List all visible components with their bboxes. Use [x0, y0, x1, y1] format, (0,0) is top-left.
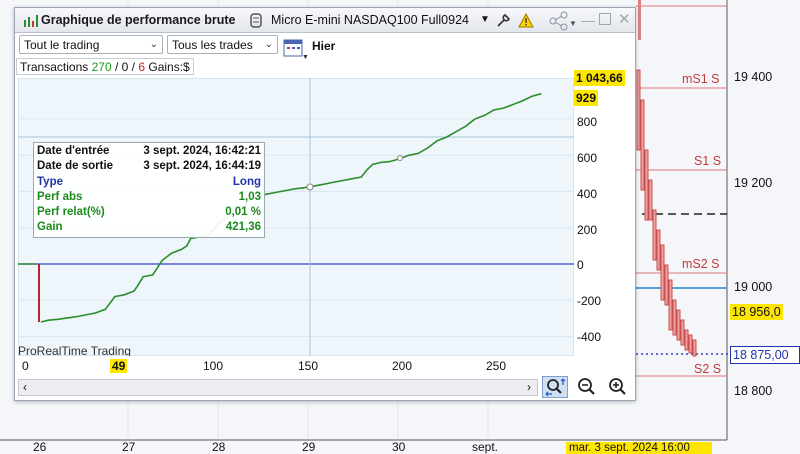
- chart-icon: [24, 15, 38, 27]
- date-tick: 30: [392, 440, 406, 454]
- zoom-out-icon: [578, 378, 595, 395]
- chevron-down-icon: ⌄: [149, 39, 158, 50]
- chevron-down-icon[interactable]: ▼: [480, 14, 490, 25]
- cursor-value-label: 929: [574, 90, 599, 106]
- trading-scope-select[interactable]: Tout le trading ⌄: [19, 35, 163, 54]
- link-icon[interactable]: [249, 13, 263, 28]
- date-tick: 28: [212, 440, 226, 454]
- price-tick: 19 400: [734, 70, 773, 84]
- pivot-label-s1: S1 S: [694, 154, 722, 168]
- y-tick: 0: [577, 258, 584, 272]
- pivot-label-s2: S2 S: [694, 362, 722, 376]
- transactions-summary: Transactions 270 / 0 / 6 Gains:$: [16, 58, 194, 75]
- pivot-label-ms2: mS2 S: [682, 257, 720, 271]
- cursor-marker: [397, 155, 403, 161]
- y-tick: 200: [577, 223, 598, 237]
- last-value-label: 1 043,66: [574, 70, 625, 86]
- price-tick: 19 000: [734, 280, 773, 294]
- trade-tooltip: Date d'entrée 3 sept. 2024, 16:42:21 Date…: [33, 142, 265, 238]
- watermark: ProRealTime Trading: [18, 344, 131, 356]
- period-label[interactable]: Hier: [312, 39, 335, 53]
- share-icon[interactable]: ▼: [547, 11, 577, 31]
- y-tick: -200: [577, 294, 602, 308]
- svg-text:▼: ▼: [569, 19, 577, 28]
- y-tick: 600: [577, 151, 598, 165]
- x-tick-cursor: 49: [110, 359, 128, 373]
- magnifier-fit-icon: [545, 378, 566, 397]
- price-marker-1: 18 956,0: [730, 304, 783, 320]
- warning-icon[interactable]: [518, 13, 534, 28]
- y-tick: -400: [577, 330, 602, 344]
- svg-text:▼: ▼: [302, 54, 309, 60]
- price-tick: 18 800: [734, 384, 773, 398]
- date-tick: 27: [122, 440, 136, 454]
- zoom-fit-button[interactable]: [542, 376, 568, 398]
- y-tick: 800: [577, 115, 598, 129]
- instrument-selector[interactable]: Micro E-mini NASDAQ100 Full0924: [271, 13, 469, 27]
- window-title: Graphique de performance brute: [41, 13, 236, 27]
- window-titlebar[interactable]: Graphique de performance brute Micro E-m…: [15, 8, 635, 33]
- pivot-label-ms1: mS1 S: [682, 72, 720, 86]
- x-tick: 200: [392, 359, 413, 373]
- x-tick: 250: [486, 359, 507, 373]
- scroll-left-icon[interactable]: ‹: [23, 380, 27, 394]
- zoom-in-icon: [609, 378, 626, 395]
- zoom-in-button[interactable]: [605, 376, 631, 398]
- x-tick: 150: [298, 359, 319, 373]
- close-icon[interactable]: ✕: [618, 10, 631, 28]
- x-tick: 100: [203, 359, 224, 373]
- y-tick: 400: [577, 187, 598, 201]
- trade-type-select[interactable]: Tous les trades ⌄: [167, 35, 278, 54]
- price-marker-2: 18 875,00: [730, 346, 800, 364]
- trade-marker: [306, 183, 314, 191]
- maximize-icon[interactable]: [599, 13, 611, 25]
- current-date-label: mar. 3 sept. 2024 16:00: [566, 442, 712, 454]
- wrench-icon[interactable]: [495, 13, 511, 29]
- date-tick: 29: [302, 440, 316, 454]
- price-tick: 19 200: [734, 176, 773, 190]
- date-tick: 26: [33, 440, 47, 454]
- calendar-icon[interactable]: ▼: [283, 38, 309, 60]
- chevron-down-icon: ⌄: [264, 39, 273, 50]
- scroll-right-icon[interactable]: ›: [527, 380, 531, 394]
- zoom-out-button[interactable]: [574, 376, 600, 398]
- x-tick: 0: [22, 359, 29, 373]
- horizontal-scrollbar[interactable]: ‹ ›: [18, 379, 538, 396]
- minimize-icon[interactable]: —: [581, 12, 595, 28]
- date-tick: sept.: [472, 440, 499, 454]
